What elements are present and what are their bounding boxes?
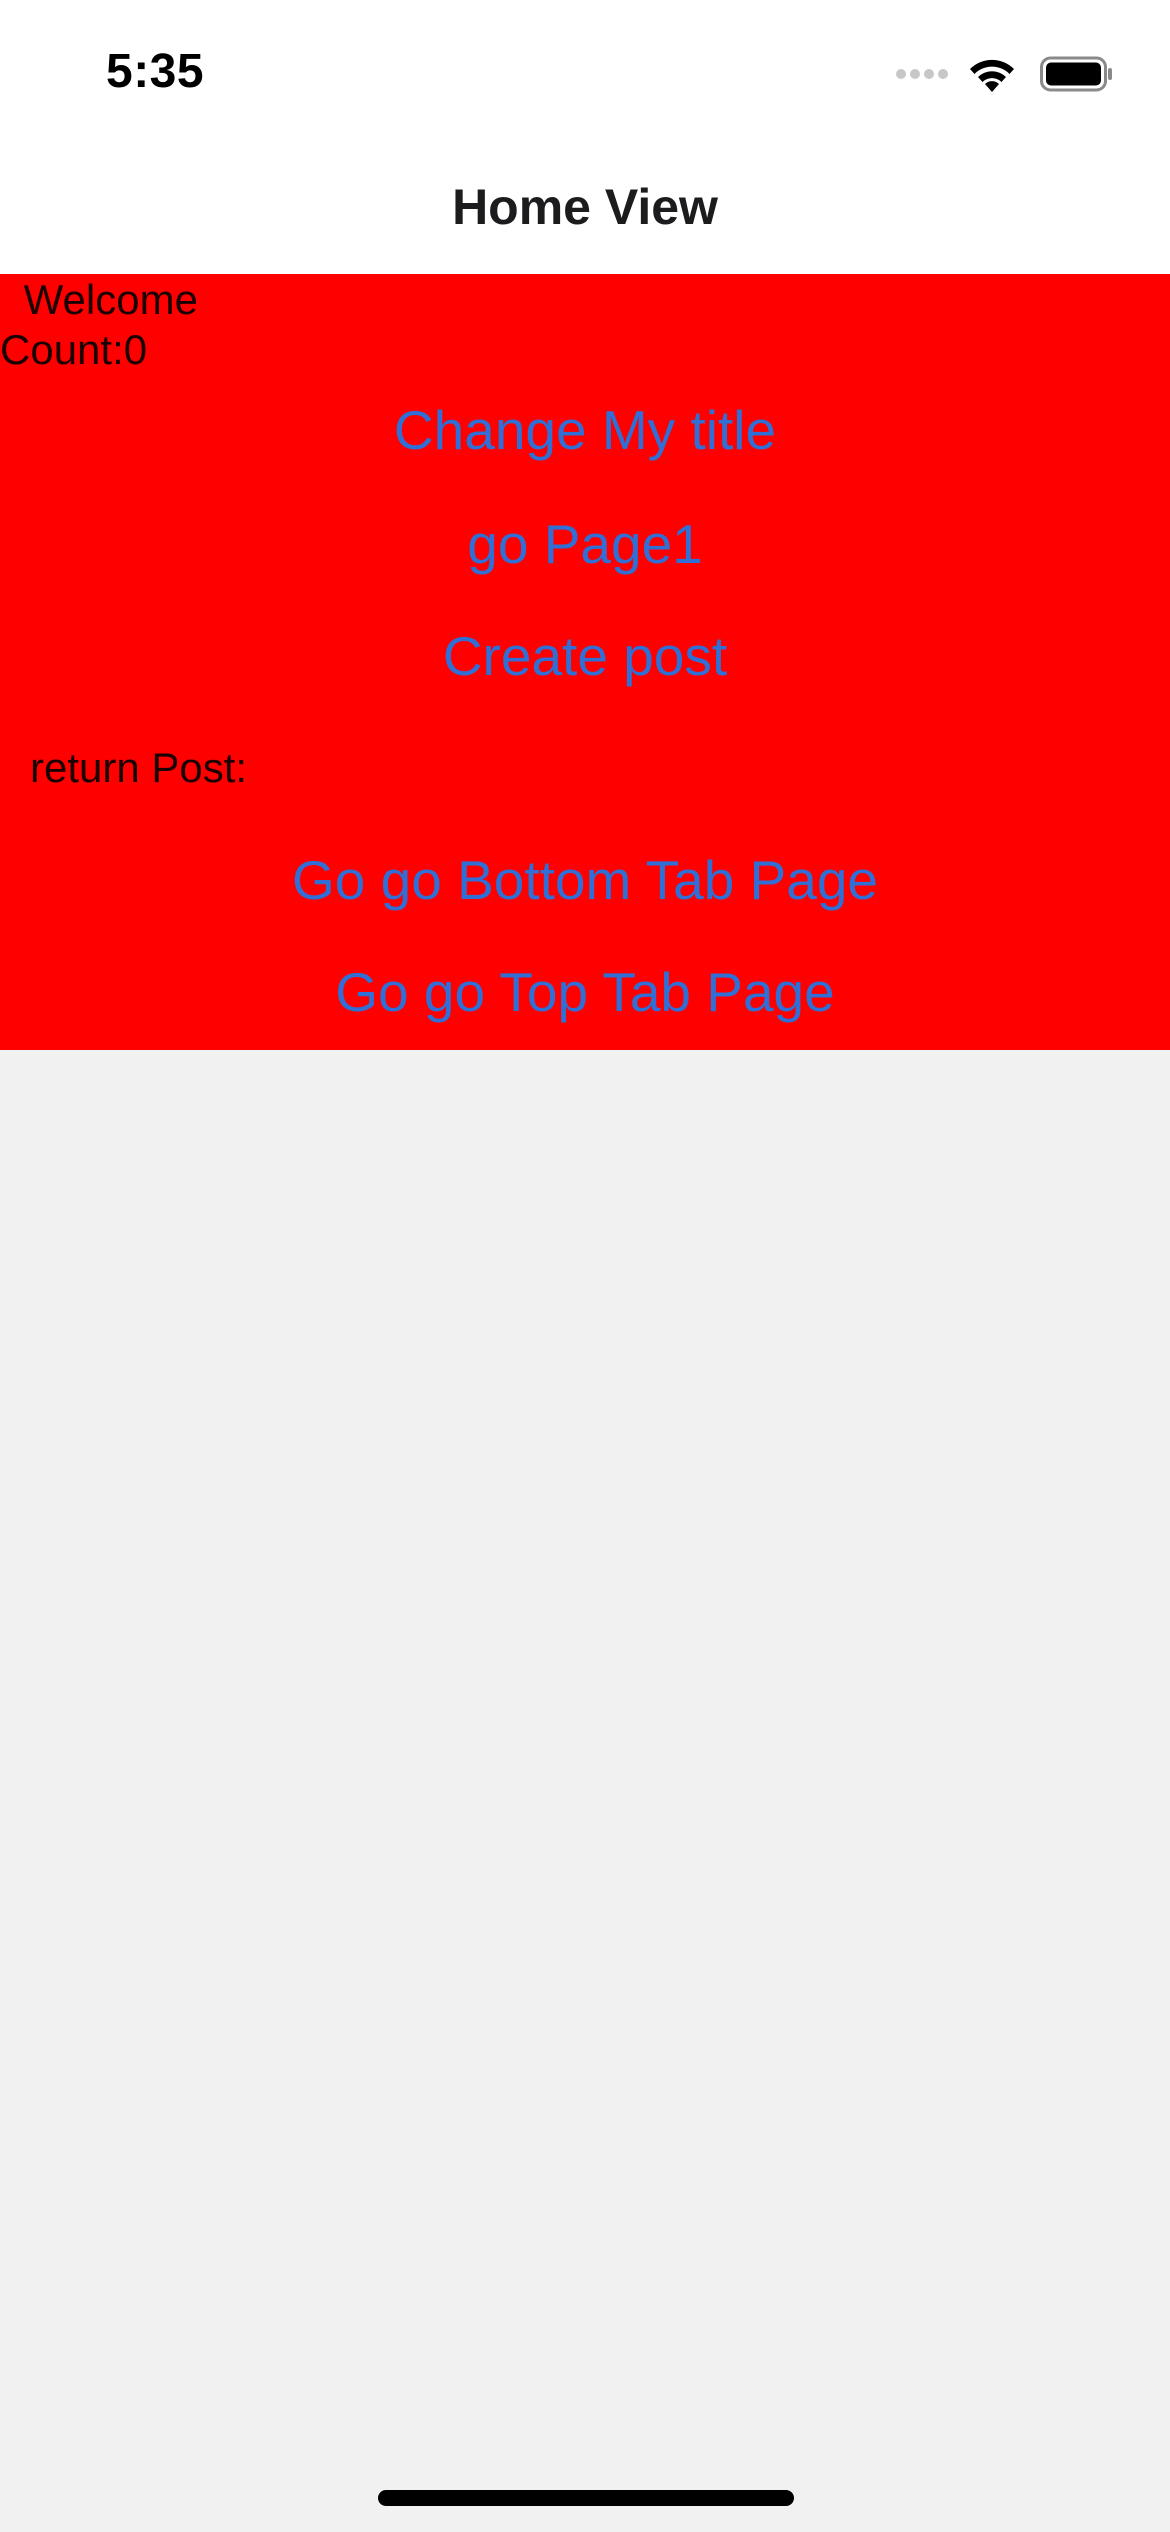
go-page1-button[interactable]: go Page1 — [0, 512, 1170, 576]
battery-icon — [1040, 56, 1112, 92]
bottom-tab-page-button[interactable]: Go go Bottom Tab Page — [0, 848, 1170, 912]
return-post-label: return Post: — [30, 744, 248, 791]
status-icons — [896, 52, 1114, 96]
welcome-text: Welcome — [12, 276, 198, 323]
create-post-button[interactable]: Create post — [0, 624, 1170, 688]
home-indicator[interactable] — [378, 2490, 794, 2506]
status-bar: 5:35 — [0, 0, 1170, 140]
page-title: Home View — [452, 179, 718, 235]
wifi-icon — [970, 59, 1014, 92]
top-tab-page-button[interactable]: Go go Top Tab Page — [0, 960, 1170, 1024]
change-title-button[interactable]: Change My title — [0, 398, 1170, 462]
signal-dots-icon — [896, 69, 948, 79]
count-text: Count:0 — [0, 326, 148, 373]
navigation-bar: Home View — [0, 140, 1170, 274]
home-content-panel: Welcome Count:0 Change My title go Page1… — [0, 274, 1170, 1050]
status-time: 5:35 — [106, 45, 205, 98]
